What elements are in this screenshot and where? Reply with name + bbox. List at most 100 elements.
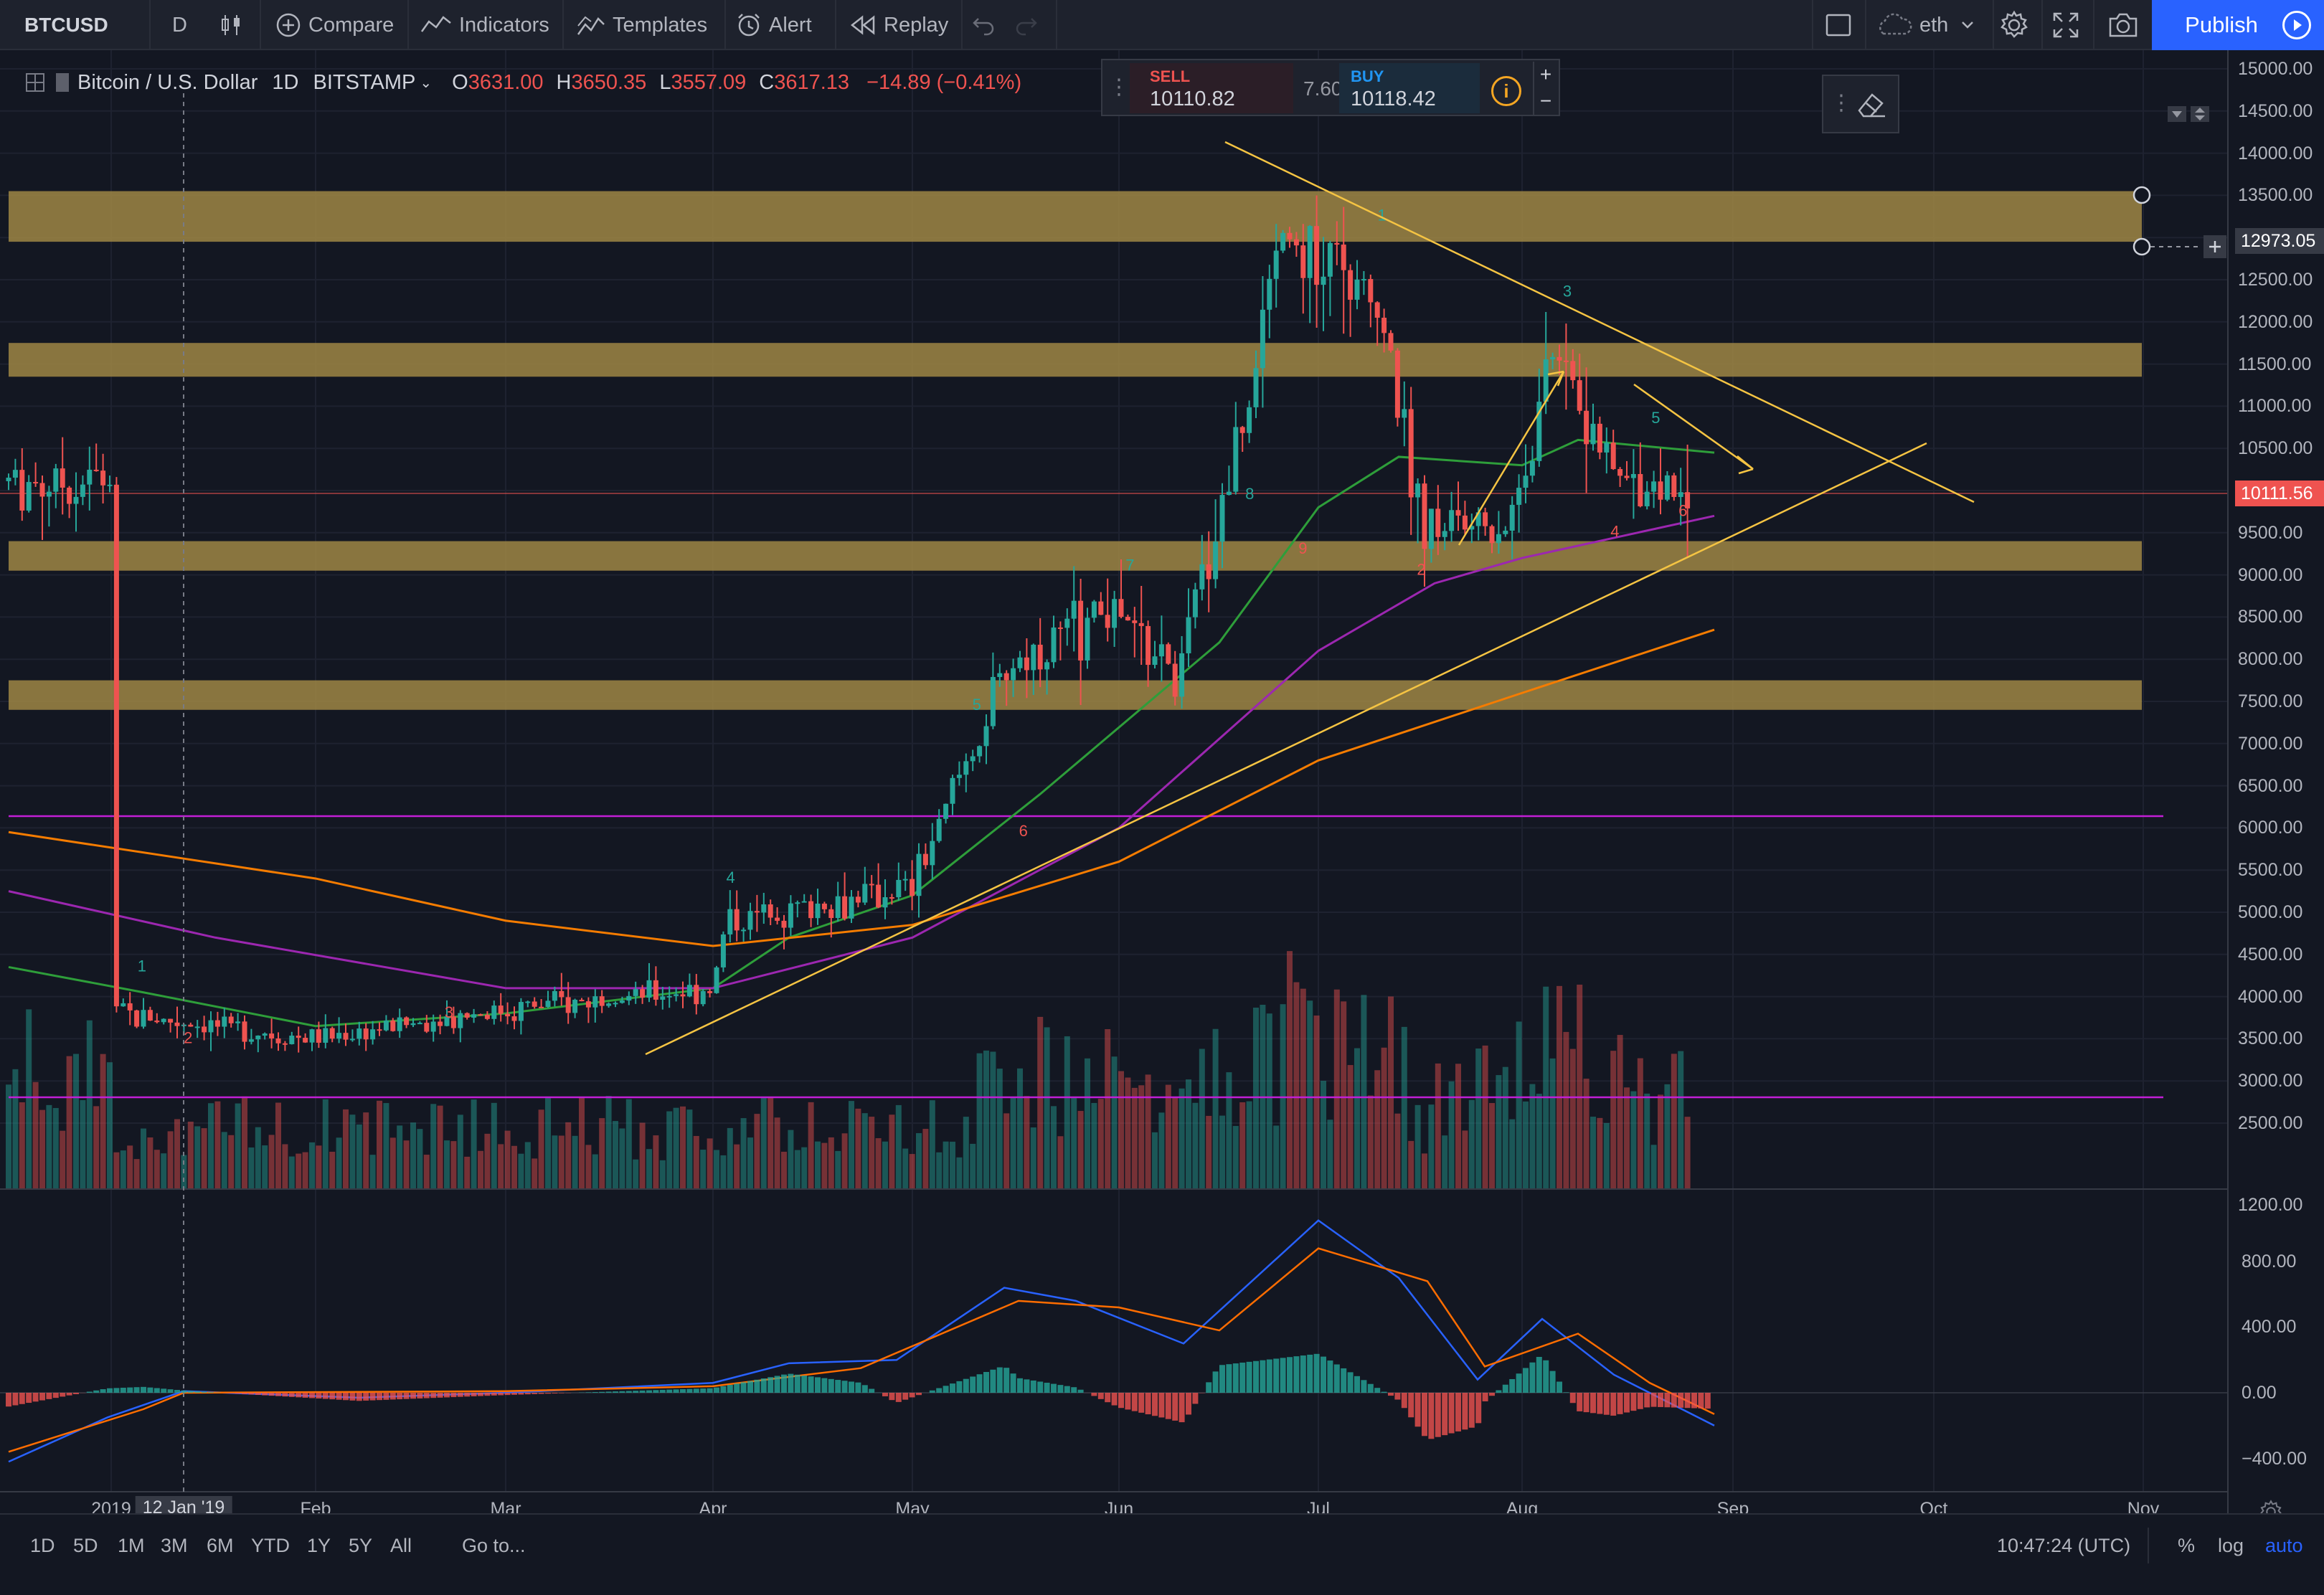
volume-bar xyxy=(1617,1035,1623,1189)
goto-button[interactable]: Go to... xyxy=(462,1535,526,1557)
layout-menu-button[interactable]: eth xyxy=(1875,0,1981,50)
price-chart[interactable]: 123456789123456 xyxy=(0,50,2324,1595)
candle-body xyxy=(970,756,976,762)
toolbar-divider xyxy=(2093,0,2094,50)
candle-body xyxy=(572,1000,578,1013)
volume-bar xyxy=(700,1150,707,1189)
volume-bar xyxy=(1658,1094,1663,1189)
volume-bar xyxy=(1630,1091,1637,1189)
cloud-icon xyxy=(1875,12,1912,38)
chevron-down-icon[interactable]: ⌄ xyxy=(420,74,432,92)
fullscreen-button[interactable] xyxy=(2051,0,2080,50)
price-axis-label: 13500.00 xyxy=(2238,185,2313,206)
sell-button[interactable]: SELL 10110.82 xyxy=(1130,63,1293,113)
range-button-5y[interactable]: 5Y xyxy=(349,1535,372,1557)
macd-histogram-bar xyxy=(1644,1393,1650,1408)
settings-button[interactable] xyxy=(1998,0,2030,50)
redo-button[interactable] xyxy=(1014,0,1039,50)
chart-type-button[interactable] xyxy=(219,0,251,50)
candle-body xyxy=(922,853,928,866)
buy-button[interactable]: BUY 10118.42 xyxy=(1339,63,1480,113)
scale-toggle[interactable] xyxy=(2166,105,2211,123)
cursor-price-tag: 12973.05 xyxy=(2235,228,2324,254)
volume-bar xyxy=(558,1135,565,1189)
td-count: 6 xyxy=(1019,822,1028,840)
range-button-3m[interactable]: 3M xyxy=(161,1535,188,1557)
candle-body xyxy=(464,1013,470,1018)
price-axis-label: 11500.00 xyxy=(2238,354,2312,374)
candle-body xyxy=(727,909,733,934)
snapshot-button[interactable] xyxy=(2107,0,2139,50)
indicators-button[interactable]: Indicators xyxy=(420,0,549,50)
fullscreen-toggle-button[interactable] xyxy=(1825,0,1852,50)
macd-histogram-bar xyxy=(1024,1379,1030,1393)
range-button-all[interactable]: All xyxy=(390,1535,412,1557)
alert-button[interactable]: Alert xyxy=(736,0,812,50)
replay-button[interactable]: Replay xyxy=(849,0,948,50)
volume-bar xyxy=(329,1151,336,1189)
candle-body xyxy=(275,1038,281,1043)
macd-histogram-bar xyxy=(916,1393,922,1396)
macd-histogram-bar xyxy=(288,1393,295,1397)
compare-button[interactable]: Compare xyxy=(275,0,394,50)
price-axis-label: 15000.00 xyxy=(2238,59,2313,79)
drag-handle-icon[interactable]: ⋮ xyxy=(1831,90,1852,115)
volume-bar xyxy=(633,1159,639,1189)
candle-body xyxy=(1381,317,1387,333)
zone-handle[interactable] xyxy=(2132,186,2151,204)
chart-area[interactable]: 123456789123456 Bitcoin / U.S. Dollar 1D… xyxy=(0,50,2324,1595)
volume-bar xyxy=(410,1122,416,1189)
macd-histogram-bar xyxy=(1549,1371,1556,1393)
quantity-stepper: + − xyxy=(1533,62,1557,115)
log-scale-toggle[interactable]: log xyxy=(2218,1535,2244,1557)
publish-button[interactable]: Publish xyxy=(2152,0,2324,50)
symbol-search[interactable]: BTCUSD xyxy=(24,0,108,50)
decrease-button[interactable]: − xyxy=(1534,88,1557,115)
macd-histogram-bar xyxy=(1232,1363,1239,1393)
percent-scale-toggle[interactable]: % xyxy=(2178,1535,2195,1557)
eraser-icon[interactable] xyxy=(1855,89,1888,119)
range-button-1y[interactable]: 1Y xyxy=(307,1535,331,1557)
range-button-ytd[interactable]: YTD xyxy=(251,1535,290,1557)
range-button-6m[interactable]: 6M xyxy=(207,1535,234,1557)
volume-bar xyxy=(19,1102,25,1189)
macd-histogram-bar xyxy=(336,1393,342,1400)
zone-handle[interactable] xyxy=(2132,237,2151,256)
auto-scale-toggle[interactable]: auto xyxy=(2265,1535,2303,1557)
legend-title[interactable]: Bitcoin / U.S. Dollar xyxy=(77,71,258,95)
candle-body xyxy=(67,487,72,504)
volume-bar xyxy=(1414,1104,1421,1189)
last-price-tag: 10111.56 xyxy=(2235,481,2324,506)
range-button-1d[interactable]: 1D xyxy=(30,1535,55,1557)
volume-bar xyxy=(498,1144,504,1189)
collapse-legend-icon[interactable] xyxy=(24,72,46,93)
macd-histogram-bar xyxy=(936,1388,943,1393)
td-count: 3 xyxy=(445,1003,453,1021)
horizontal-lines[interactable] xyxy=(0,493,2228,1099)
volume-bar xyxy=(1246,1101,1252,1189)
templates-button[interactable]: Templates xyxy=(577,0,707,50)
gear-icon xyxy=(2001,10,2028,38)
drag-handle-icon[interactable]: ⋮ xyxy=(1108,75,1130,100)
clock[interactable]: 10:47:24 (UTC) xyxy=(1997,1535,2130,1557)
chevron-down-icon xyxy=(1961,21,1974,29)
candle-body xyxy=(552,990,557,1001)
price-axis-label: 9500.00 xyxy=(2238,522,2303,543)
candle-body xyxy=(390,1021,396,1031)
increase-button[interactable]: + xyxy=(1534,62,1557,88)
candle-body xyxy=(296,1036,301,1038)
range-button-1m[interactable]: 1M xyxy=(118,1535,145,1557)
undo-button[interactable] xyxy=(971,0,996,50)
candle-body xyxy=(1260,309,1265,369)
candle-body xyxy=(916,853,922,896)
range-button-5d[interactable]: 5D xyxy=(73,1535,98,1557)
interval-button[interactable]: D xyxy=(172,0,187,50)
volume-bar xyxy=(1590,1117,1596,1189)
macd-histogram-bar xyxy=(1489,1393,1495,1396)
macd-histogram-bar xyxy=(66,1393,72,1396)
candle-body xyxy=(1146,625,1151,666)
info-icon[interactable]: i xyxy=(1491,76,1521,106)
candle-body xyxy=(33,482,39,484)
macd-histogram-bar xyxy=(774,1376,780,1393)
support-resistance-zones[interactable] xyxy=(9,191,2142,710)
